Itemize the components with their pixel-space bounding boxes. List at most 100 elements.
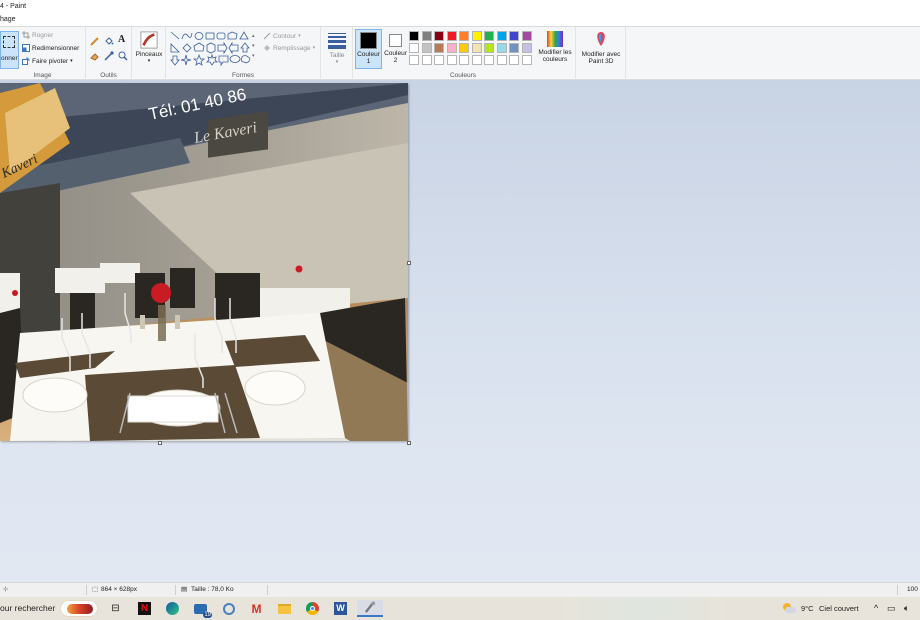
- color-picker-icon[interactable]: [104, 51, 114, 61]
- palette-swatch[interactable]: [484, 43, 494, 53]
- palette-swatch[interactable]: [509, 43, 519, 53]
- taskbar: our rechercher ⊟ N 19 M W 9°C Ciel couve…: [0, 597, 920, 620]
- palette-swatch[interactable]: [446, 43, 457, 53]
- palette-swatch[interactable]: [521, 55, 532, 65]
- magnifier-icon[interactable]: [118, 51, 128, 61]
- shapes-scroll[interactable]: ▴ ▾ ▾: [252, 31, 255, 61]
- palette-swatch[interactable]: [434, 55, 444, 65]
- brushes-button[interactable]: Pinceaux ▾: [134, 30, 164, 68]
- netflix-icon[interactable]: N: [136, 600, 153, 617]
- weather-text[interactable]: Ciel couvert: [819, 597, 859, 620]
- fill-button[interactable]: Remplissage ▾: [263, 44, 315, 52]
- colors-group: Modifier les couleurs Couleurs: [408, 27, 576, 80]
- color1-num: 1: [366, 58, 371, 65]
- fill-label: Remplissage: [273, 44, 311, 52]
- volume-icon[interactable]: 🔈︎: [904, 597, 909, 620]
- paint-app-icon[interactable]: [357, 600, 383, 617]
- edit-colors-button[interactable]: Modifier les couleurs: [536, 30, 574, 63]
- palette-swatch[interactable]: [434, 43, 444, 53]
- resize-handle-right[interactable]: [407, 261, 411, 265]
- size-label: Taille: [329, 52, 345, 59]
- outline-button[interactable]: Contour ▾: [263, 32, 301, 40]
- show-hidden-icons-icon[interactable]: ^: [874, 597, 878, 620]
- paint3d-group: Modifier avec Paint 3D: [576, 27, 626, 80]
- crop-button[interactable]: Rogner: [22, 31, 53, 39]
- red-rose: [151, 283, 171, 303]
- tools-group: A Outils: [86, 27, 132, 80]
- palette-swatch[interactable]: [496, 55, 507, 65]
- select-icon: [3, 36, 15, 48]
- rotate-label: Faire pivoter: [32, 57, 69, 65]
- palette-swatch[interactable]: [434, 31, 444, 41]
- palette-swatch[interactable]: [446, 31, 457, 41]
- edge-icon[interactable]: [164, 600, 181, 617]
- task-view-icon[interactable]: ⊟: [107, 600, 124, 617]
- word-icon[interactable]: W: [332, 600, 349, 617]
- mail-icon[interactable]: 19: [192, 600, 212, 618]
- image-dimensions: 864 × 628px: [101, 586, 137, 593]
- palette-swatch[interactable]: [484, 55, 494, 65]
- menu-tab-view[interactable]: hage: [0, 16, 16, 23]
- palette-swatch[interactable]: [409, 55, 419, 65]
- size-button[interactable]: Taille ▾: [326, 32, 348, 68]
- eraser-icon[interactable]: [90, 51, 100, 61]
- edit-colors-label1: Modifier les: [538, 49, 572, 56]
- palette-swatch[interactable]: [496, 31, 507, 41]
- network-icon[interactable]: ▭: [887, 597, 896, 620]
- image-group: onner Rogner Redimensionner Faire pivote…: [0, 27, 86, 80]
- canvas-image[interactable]: Tél: 01 40 86 Le Kaveri Kaveri: [0, 83, 408, 441]
- palette-swatch[interactable]: [421, 31, 432, 41]
- palette-swatch[interactable]: [446, 55, 457, 65]
- resize-button[interactable]: Redimensionner: [22, 44, 79, 52]
- palette-swatch[interactable]: [509, 31, 519, 41]
- text-icon[interactable]: A: [118, 34, 125, 45]
- palette-swatch[interactable]: [471, 31, 482, 41]
- palette-swatch[interactable]: [484, 31, 494, 41]
- gmail-icon[interactable]: M: [248, 600, 265, 617]
- palette-swatch[interactable]: [509, 55, 519, 65]
- crop-icon: [22, 31, 30, 39]
- palette-swatch[interactable]: [471, 55, 482, 65]
- paint3d-label2: Paint 3D: [588, 58, 614, 65]
- palette-swatch[interactable]: [459, 31, 469, 41]
- fill-bucket-icon[interactable]: [104, 36, 114, 46]
- resize-label: Redimensionner: [32, 44, 80, 52]
- palette-swatch[interactable]: [409, 31, 419, 41]
- search-highlight-icon: [60, 600, 98, 617]
- resize-icon: [22, 44, 30, 52]
- chevron-down-icon: ▾: [312, 45, 316, 51]
- color2-swatch: [389, 34, 402, 47]
- chevron-down-icon: ▾: [298, 33, 301, 39]
- brush-icon: [140, 31, 158, 49]
- brushes-label: Pinceaux: [135, 51, 163, 58]
- settings-app-icon[interactable]: [220, 600, 237, 617]
- palette-swatch[interactable]: [521, 43, 532, 53]
- palette-swatch[interactable]: [521, 31, 532, 41]
- taskbar-search[interactable]: our rechercher: [0, 597, 55, 620]
- color-wheel-icon: [547, 31, 563, 47]
- palette-swatch[interactable]: [496, 43, 507, 53]
- window-title: 4 - Paint: [0, 3, 27, 10]
- palette-swatch[interactable]: [421, 43, 432, 53]
- rotate-button[interactable]: Faire pivoter ▾: [22, 57, 73, 65]
- paint3d-button[interactable]: Modifier avec Paint 3D: [578, 30, 624, 65]
- palette-swatch[interactable]: [459, 43, 469, 53]
- tools-group-label: Outils: [100, 72, 117, 79]
- palette-swatch[interactable]: [471, 43, 482, 53]
- palette-swatch[interactable]: [409, 43, 419, 53]
- color1-button[interactable]: Couleur 1: [355, 29, 382, 69]
- palette-swatch[interactable]: [459, 55, 469, 65]
- chrome-icon[interactable]: [304, 600, 321, 617]
- select-button[interactable]: onner: [0, 31, 19, 69]
- paint3d-label1: Modifier avec: [581, 51, 621, 58]
- file-explorer-icon[interactable]: [276, 600, 293, 617]
- weather-temp[interactable]: 9°C: [801, 597, 814, 620]
- pencil-icon[interactable]: [90, 36, 100, 46]
- resize-handle-bottom[interactable]: [158, 441, 162, 445]
- shapes-gallery[interactable]: [170, 31, 258, 67]
- palette-swatch[interactable]: [421, 55, 432, 65]
- image-group-label: Image: [33, 72, 52, 79]
- selection-size-icon: ⬚: [92, 586, 99, 593]
- resize-handle-corner[interactable]: [407, 441, 411, 445]
- color2-button[interactable]: Couleur 2: [383, 29, 408, 69]
